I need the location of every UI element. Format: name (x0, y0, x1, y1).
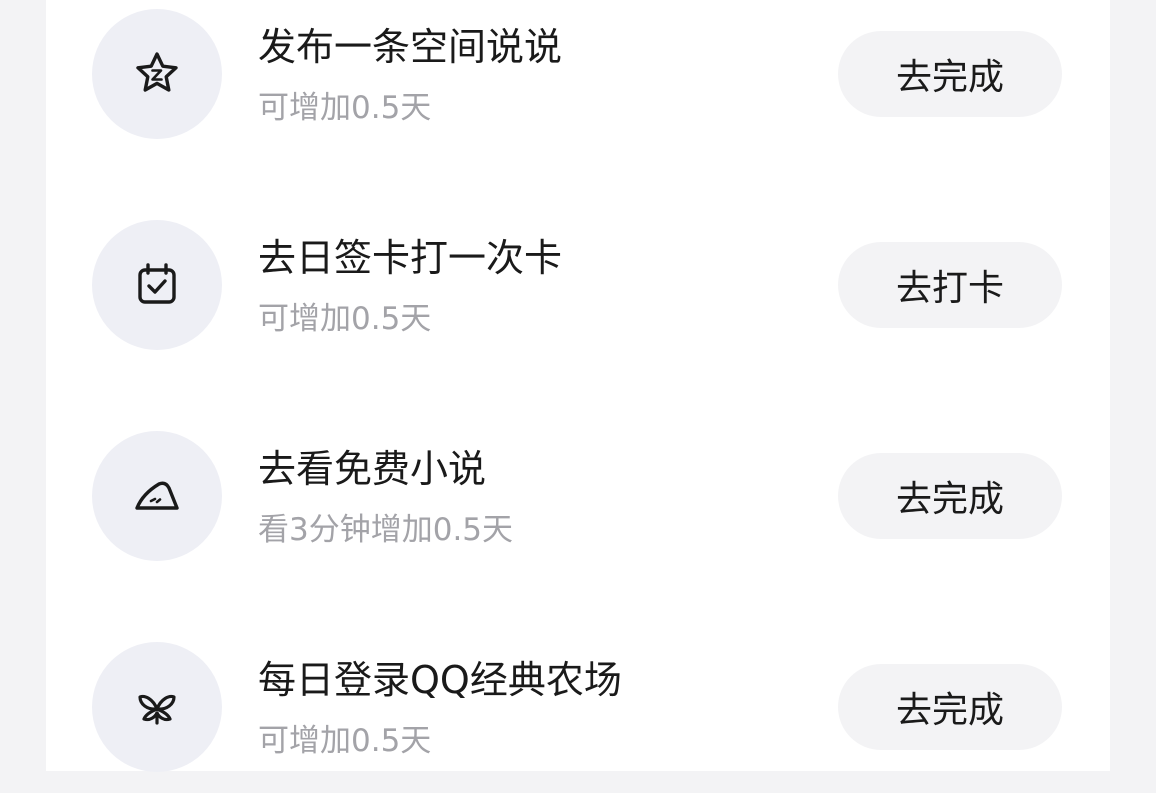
complete-button[interactable]: 去完成 (838, 31, 1062, 117)
star-icon (92, 9, 222, 139)
task-item-post-moment: 发布一条空间说说 可增加0.5天 去完成 (46, 0, 1110, 160)
sprout-icon (92, 642, 222, 772)
task-item-free-novel: 去看免费小说 看3分钟增加0.5天 去完成 (46, 422, 1110, 582)
novel-icon (92, 431, 222, 561)
task-subtitle: 可增加0.5天 (258, 90, 432, 126)
checkin-button[interactable]: 去打卡 (838, 242, 1062, 328)
task-item-checkin: 去日签卡打一次卡 可增加0.5天 去打卡 (46, 211, 1110, 371)
task-list: 发布一条空间说说 可增加0.5天 去完成 去日签卡打一次卡 可增加0.5天 去打… (46, 0, 1110, 772)
task-subtitle: 可增加0.5天 (258, 301, 432, 337)
complete-button[interactable]: 去完成 (838, 664, 1062, 750)
task-title: 去日签卡打一次卡 (258, 236, 563, 280)
task-title: 去看免费小说 (258, 447, 487, 491)
task-subtitle: 看3分钟增加0.5天 (258, 512, 514, 548)
task-subtitle: 可增加0.5天 (258, 723, 432, 759)
task-title: 每日登录QQ经典农场 (258, 658, 622, 702)
calendar-check-icon (92, 220, 222, 350)
complete-button[interactable]: 去完成 (838, 453, 1062, 539)
task-item-qq-farm: 每日登录QQ经典农场 可增加0.5天 去完成 (46, 633, 1110, 793)
task-title: 发布一条空间说说 (258, 25, 563, 69)
